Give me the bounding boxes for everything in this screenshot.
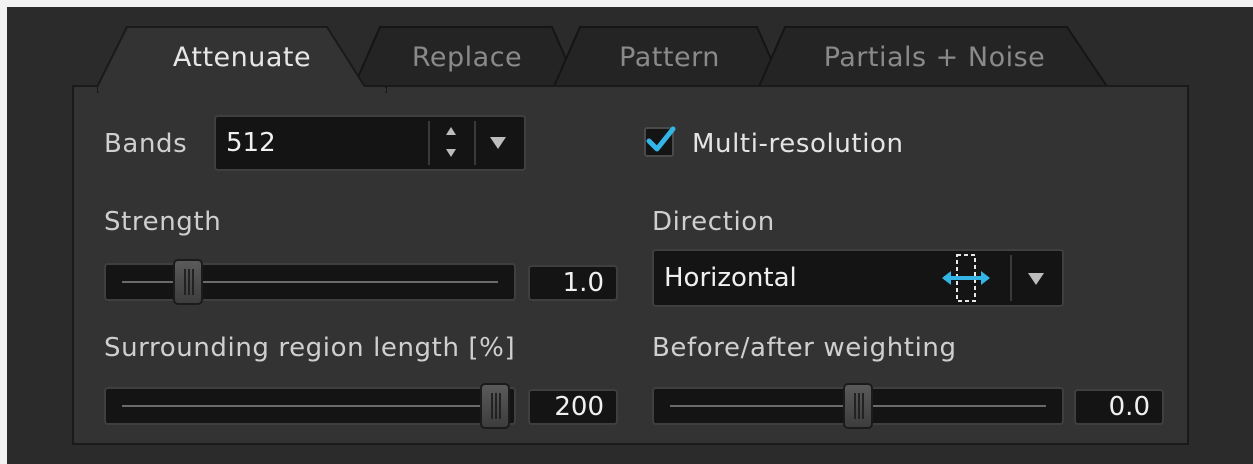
chevron-down-icon[interactable] [490,137,506,149]
separator [428,121,430,165]
tab-bar: Replace Pattern Partials + Noise Attenua… [97,25,1117,93]
surrounding-slider-handle[interactable] [480,383,510,429]
surrounding-value-field[interactable]: 200 [528,389,618,425]
strength-value-field[interactable]: 1.0 [528,265,618,301]
bands-combo[interactable]: 512 [214,115,526,171]
tab-label: Partials + Noise [823,41,1046,73]
multi-resolution-label: Multi-resolution [692,129,904,159]
tab-label: Pattern [619,41,720,73]
bands-stepper[interactable] [432,117,472,169]
tab-partials-noise[interactable]: Partials + Noise [757,25,1112,93]
strength-slider-handle[interactable] [172,259,203,305]
multi-resolution-checkbox[interactable] [644,126,676,157]
weighting-label: Before/after weighting [652,333,957,363]
spin-up-icon[interactable] [446,127,456,135]
bands-label: Bands [104,129,188,159]
attenuate-settings: Bands 512 Multi-resolution Strength 1.0 … [72,85,1189,445]
weighting-slider[interactable] [652,383,1064,429]
chevron-down-icon[interactable] [1028,273,1044,285]
direction-value: Horizontal [664,263,797,293]
bands-value: 512 [226,128,276,158]
tab-label: Attenuate [172,41,312,73]
strength-slider[interactable] [104,259,516,305]
tab-pattern[interactable]: Pattern [552,25,787,93]
strength-label: Strength [104,207,222,237]
horizontal-arrows-icon [942,254,990,302]
separator [1010,255,1012,301]
separator [474,121,476,165]
weighting-slider-handle[interactable] [843,383,873,429]
effect-panel: Replace Pattern Partials + Noise Attenua… [7,7,1253,464]
slider-line [122,405,498,407]
tab-attenuate[interactable]: Attenuate [97,25,387,93]
tab-label: Replace [411,41,523,73]
checkmark-icon [646,126,676,152]
direction-label: Direction [652,207,775,237]
weighting-value-field[interactable]: 0.0 [1074,389,1164,425]
surrounding-slider[interactable] [104,383,516,429]
spin-down-icon[interactable] [446,149,456,157]
surrounding-label: Surrounding region length [%] [104,333,516,363]
direction-combo[interactable]: Horizontal [652,249,1064,307]
